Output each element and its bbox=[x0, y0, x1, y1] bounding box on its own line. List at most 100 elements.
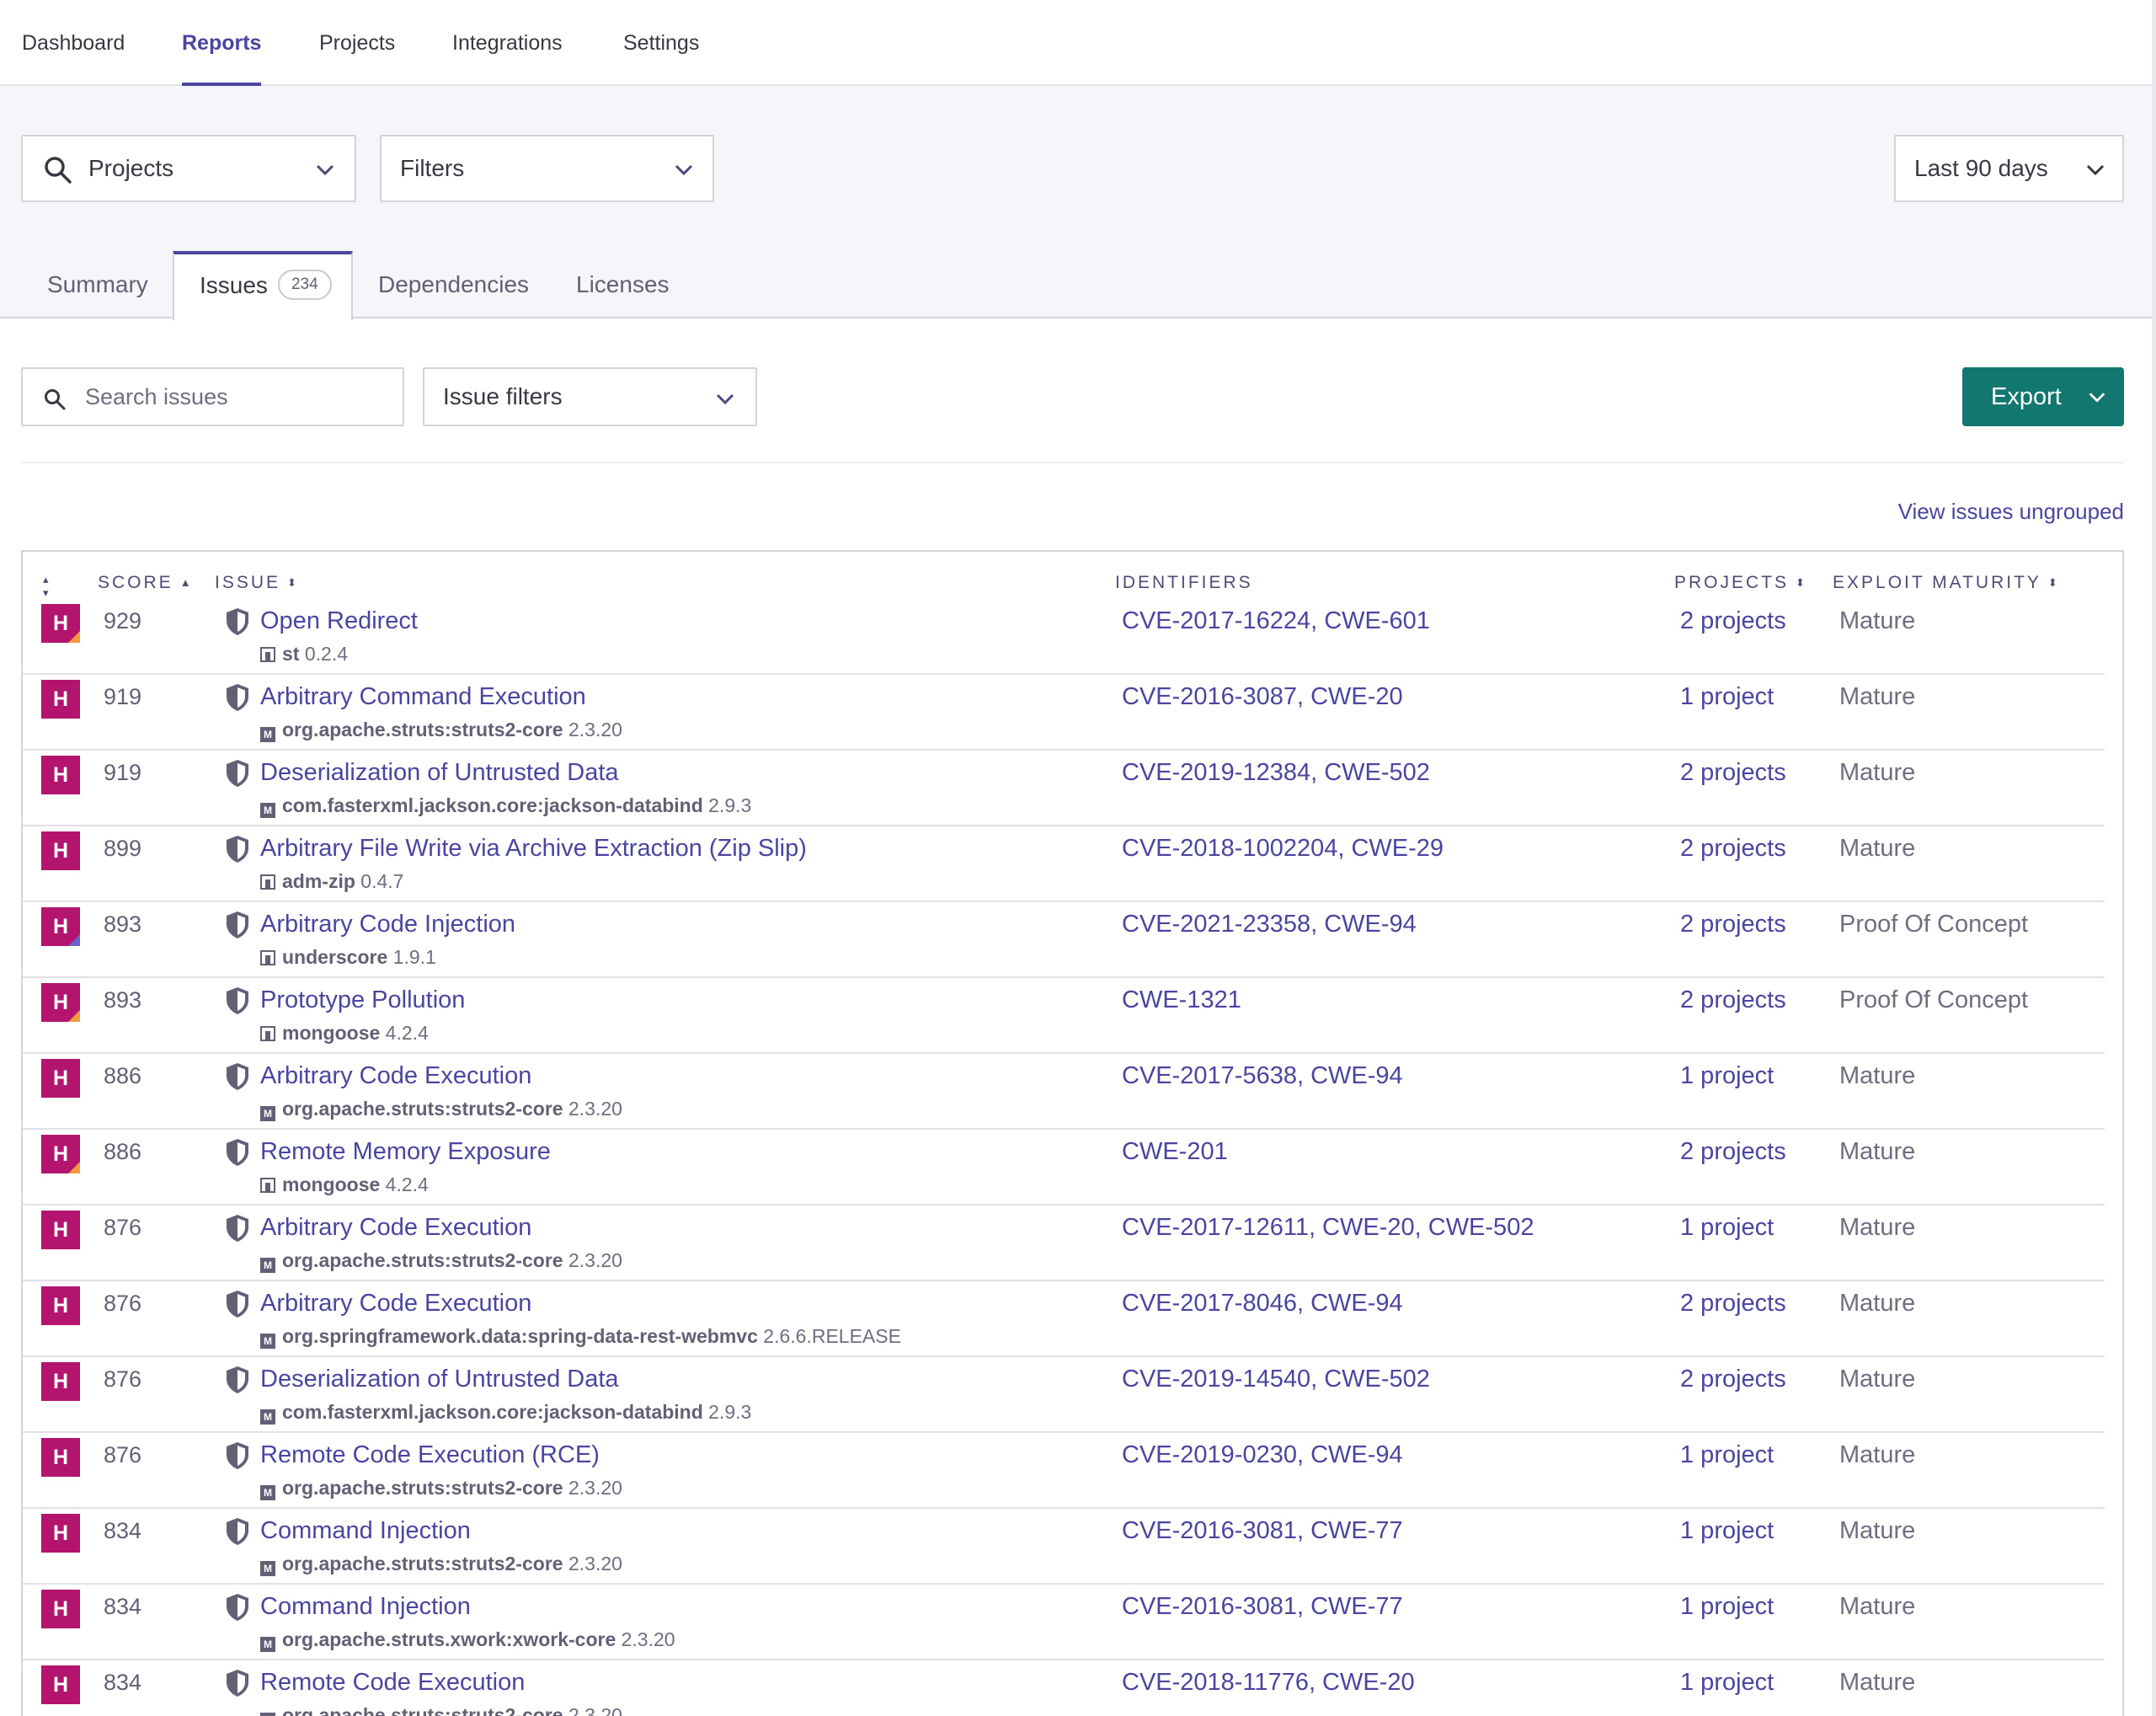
nav-settings[interactable]: Settings bbox=[623, 0, 699, 86]
package-name: mongoose bbox=[282, 1022, 381, 1044]
package-name: org.apache.struts:struts2-core bbox=[282, 719, 563, 740]
projects-count-link[interactable]: 2 projects bbox=[1680, 983, 1786, 1017]
identifiers-link[interactable]: CVE-2019-14540, CWE-502 bbox=[1122, 1362, 1430, 1396]
projects-dropdown[interactable]: Projects bbox=[21, 135, 356, 202]
sort-ascending-icon: ▲ bbox=[179, 576, 191, 589]
package-version: 2.9.3 bbox=[708, 1401, 752, 1423]
severity-letter: H bbox=[52, 1521, 69, 1545]
issue-title-link[interactable]: Arbitrary File Write via Archive Extract… bbox=[260, 831, 807, 865]
severity-letter: H bbox=[52, 1142, 69, 1166]
issue-title-link[interactable]: Remote Code Execution (RCE) bbox=[260, 1438, 600, 1472]
severity-badge: H bbox=[41, 907, 80, 946]
issue-title-link[interactable]: Arbitrary Code Execution bbox=[260, 1286, 531, 1320]
issue-score: 886 bbox=[104, 1139, 142, 1164]
nav-projects[interactable]: Projects bbox=[319, 0, 395, 86]
projects-count-link[interactable]: 1 project bbox=[1680, 1590, 1774, 1623]
identifiers-link[interactable]: CVE-2016-3081, CWE-77 bbox=[1122, 1514, 1403, 1548]
issue-title-link[interactable]: Arbitrary Code Injection bbox=[260, 907, 515, 941]
issue-header[interactable]: ISSUE ⬍ bbox=[215, 573, 296, 593]
severity-badge: H bbox=[41, 756, 80, 794]
severity-letter: H bbox=[52, 915, 69, 938]
identifiers-link[interactable]: CVE-2017-8046, CWE-94 bbox=[1122, 1286, 1403, 1320]
projects-count-link[interactable]: 1 project bbox=[1680, 1514, 1774, 1548]
severity-letter: H bbox=[52, 1066, 69, 1090]
projects-count-link[interactable]: 2 projects bbox=[1680, 831, 1786, 865]
projects-count-link[interactable]: 2 projects bbox=[1680, 1135, 1786, 1168]
issue-title-link[interactable]: Remote Memory Exposure bbox=[260, 1135, 551, 1168]
package-info: adm-zip 0.4.7 bbox=[260, 869, 403, 894]
projects-header[interactable]: PROJECTS ⬍ bbox=[1674, 573, 1805, 593]
issue-title-link[interactable]: Deserialization of Untrusted Data bbox=[260, 1362, 619, 1396]
issue-title-link[interactable]: Command Injection bbox=[260, 1514, 471, 1548]
table-row: H 886 Remote Memory Exposure mongoose 4.2.4… bbox=[23, 1130, 2105, 1205]
identifiers-link[interactable]: CVE-2019-12384, CWE-502 bbox=[1122, 756, 1430, 789]
filters-dropdown[interactable]: Filters bbox=[380, 135, 714, 202]
exploit-maturity-header[interactable]: EXPLOIT MATURITY ⬍ bbox=[1833, 573, 2057, 593]
projects-count-link[interactable]: 1 project bbox=[1680, 680, 1774, 714]
nav-integrations[interactable]: Integrations bbox=[452, 0, 563, 86]
view-issues-ungrouped-link[interactable]: View issues ungrouped bbox=[1898, 499, 2124, 525]
maven-icon: M bbox=[260, 1485, 275, 1500]
issue-title-link[interactable]: Prototype Pollution bbox=[260, 983, 465, 1017]
projects-count-link[interactable]: 1 project bbox=[1680, 1059, 1774, 1093]
identifiers-link[interactable]: CVE-2021-23358, CWE-94 bbox=[1122, 907, 1417, 941]
package-name: com.fasterxml.jackson.core:jackson-datab… bbox=[282, 1401, 703, 1423]
identifiers-link[interactable]: CVE-2019-0230, CWE-94 bbox=[1122, 1438, 1403, 1472]
projects-count-link[interactable]: 1 project bbox=[1680, 1438, 1774, 1472]
tab-issues[interactable]: Issues 234 bbox=[173, 251, 353, 320]
identifiers-link[interactable]: CWE-1321 bbox=[1122, 983, 1241, 1017]
issue-score: 876 bbox=[104, 1366, 142, 1392]
date-range-dropdown[interactable]: Last 90 days bbox=[1894, 135, 2124, 202]
issue-title-link[interactable]: Open Redirect bbox=[260, 604, 418, 638]
identifiers-link[interactable]: CVE-2017-12611, CWE-20, CWE-502 bbox=[1122, 1211, 1534, 1244]
tab-dependencies[interactable]: Dependencies bbox=[378, 251, 529, 318]
package-version: 2.9.3 bbox=[708, 794, 752, 816]
projects-count-link[interactable]: 2 projects bbox=[1680, 1362, 1786, 1396]
search-issues-input[interactable] bbox=[85, 369, 388, 425]
severity-letter: H bbox=[52, 1218, 69, 1242]
issue-title-link[interactable]: Arbitrary Command Execution bbox=[260, 680, 586, 714]
identifiers-link[interactable]: CVE-2016-3087, CWE-20 bbox=[1122, 680, 1403, 714]
tab-issues-label: Issues bbox=[200, 272, 268, 298]
page-scrollbar[interactable] bbox=[2152, 0, 2156, 1716]
npm-icon bbox=[260, 950, 275, 965]
projects-count-link[interactable]: 2 projects bbox=[1680, 1286, 1786, 1320]
package-info: Morg.springframework.data:spring-data-re… bbox=[260, 1323, 901, 1349]
export-button[interactable]: Export bbox=[1962, 367, 2124, 426]
issue-score: 929 bbox=[104, 608, 142, 633]
nav-reports[interactable]: Reports bbox=[182, 0, 262, 86]
issue-title-link[interactable]: Command Injection bbox=[260, 1590, 471, 1623]
projects-count-link[interactable]: 2 projects bbox=[1680, 756, 1786, 789]
nav-dashboard[interactable]: Dashboard bbox=[22, 0, 125, 86]
projects-count-link[interactable]: 1 project bbox=[1680, 1211, 1774, 1244]
search-icon bbox=[45, 157, 72, 184]
projects-count-link[interactable]: 2 projects bbox=[1680, 907, 1786, 941]
package-name: org.apache.struts:struts2-core bbox=[282, 1553, 563, 1574]
identifiers-link[interactable]: CVE-2017-5638, CWE-94 bbox=[1122, 1059, 1403, 1093]
issue-title-link[interactable]: Remote Code Execution bbox=[260, 1665, 525, 1699]
identifiers-link[interactable]: CVE-2017-16224, CWE-601 bbox=[1122, 604, 1430, 638]
package-info: st 0.2.4 bbox=[260, 641, 348, 666]
issue-title-link[interactable]: Arbitrary Code Execution bbox=[260, 1211, 531, 1244]
exploit-maturity-header-label: EXPLOIT MATURITY bbox=[1833, 573, 2041, 592]
severity-letter: H bbox=[52, 687, 69, 711]
projects-count-link[interactable]: 1 project bbox=[1680, 1665, 1774, 1699]
identifiers-link[interactable]: CWE-201 bbox=[1122, 1135, 1228, 1168]
identifiers-link[interactable]: CVE-2018-11776, CWE-20 bbox=[1122, 1665, 1415, 1699]
identifiers-link[interactable]: CVE-2018-1002204, CWE-29 bbox=[1122, 831, 1444, 865]
tab-summary[interactable]: Summary bbox=[47, 251, 148, 318]
severity-badge: H bbox=[41, 1438, 80, 1477]
maven-icon: M bbox=[260, 1713, 275, 1716]
exploit-marker-icon bbox=[68, 631, 80, 643]
issues-table: ▴ ▾ SCORE ▲ ISSUE ⬍ IDENTIFIERS PROJECTS ⬍ E… bbox=[21, 550, 2124, 1716]
tab-licenses[interactable]: Licenses bbox=[576, 251, 670, 318]
table-row: H 876 Deserialization of Untrusted Data Mco… bbox=[23, 1357, 2105, 1433]
package-info: mongoose 4.2.4 bbox=[260, 1172, 429, 1197]
projects-count-link[interactable]: 2 projects bbox=[1680, 604, 1786, 638]
issue-title-link[interactable]: Arbitrary Code Execution bbox=[260, 1059, 531, 1093]
score-header[interactable]: SCORE ▲ bbox=[98, 573, 191, 593]
issue-filters-dropdown[interactable]: Issue filters bbox=[423, 367, 757, 426]
table-row: H 834 Command Injection Morg.apache.struts.… bbox=[23, 1585, 2105, 1660]
identifiers-link[interactable]: CVE-2016-3081, CWE-77 bbox=[1122, 1590, 1403, 1623]
issue-title-link[interactable]: Deserialization of Untrusted Data bbox=[260, 756, 619, 789]
